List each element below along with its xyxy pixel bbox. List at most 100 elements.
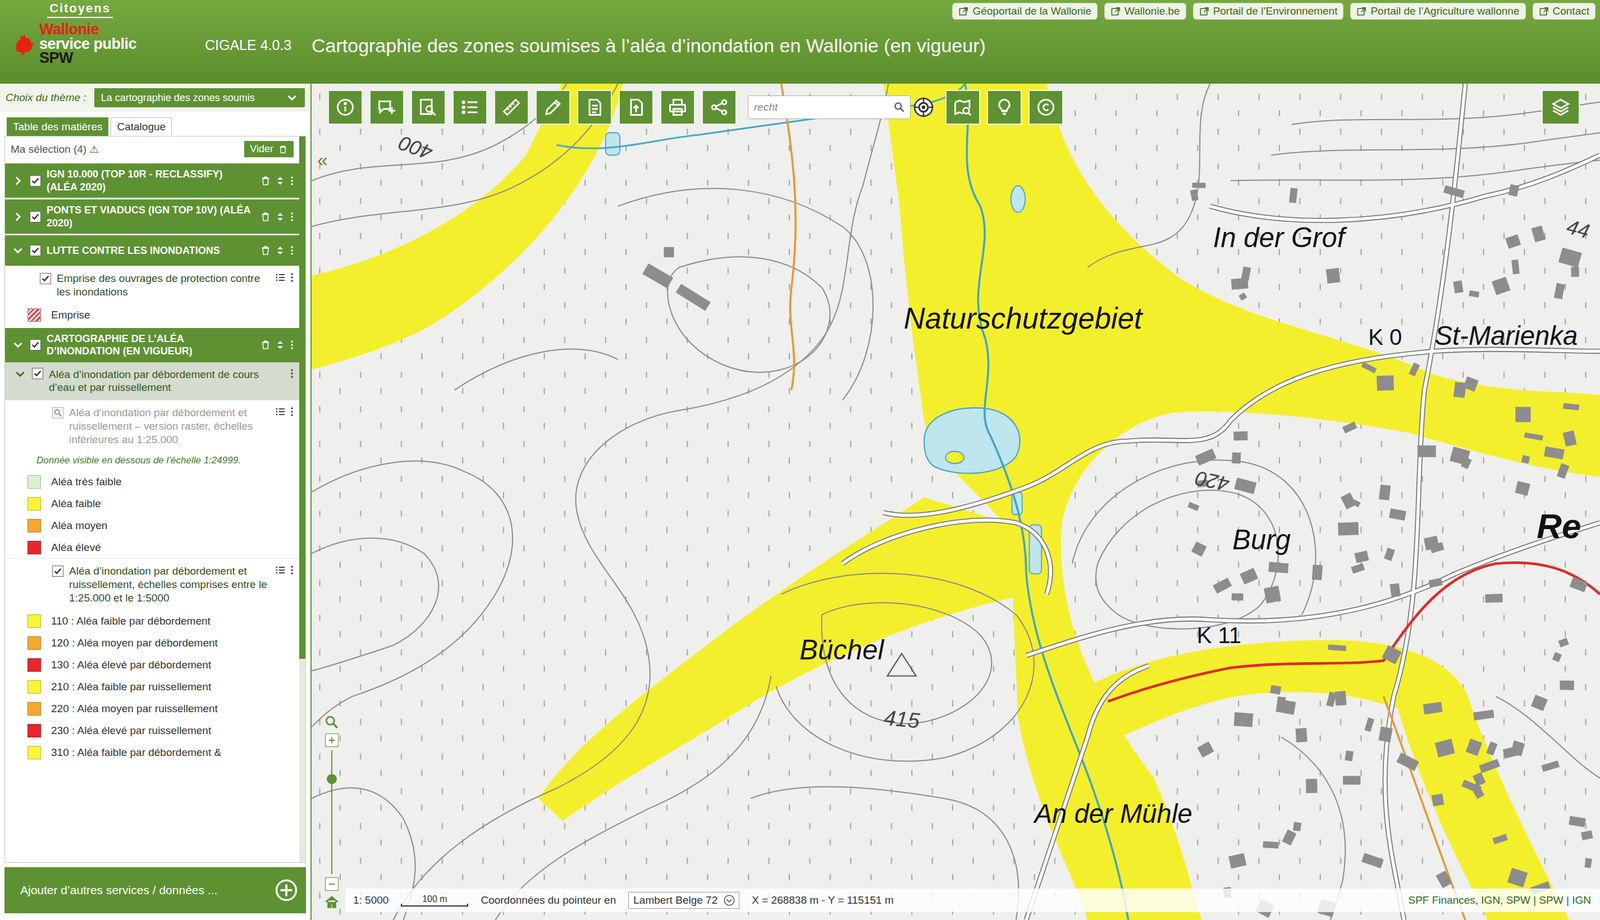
move-up-down-icon[interactable] bbox=[274, 211, 286, 223]
trash-icon[interactable] bbox=[259, 211, 272, 223]
more-icon[interactable] bbox=[289, 244, 295, 256]
chevron-icon[interactable] bbox=[11, 338, 25, 351]
header-link[interactable]: Contact bbox=[1532, 2, 1596, 20]
move-up-down-icon[interactable] bbox=[274, 175, 286, 187]
check-icon bbox=[30, 211, 41, 222]
copyright-icon bbox=[1035, 97, 1056, 118]
move-up-down-icon[interactable] bbox=[274, 339, 286, 351]
bulb-button[interactable] bbox=[986, 89, 1022, 125]
zoom-out-button[interactable] bbox=[325, 876, 339, 891]
flood-zone[interactable] bbox=[883, 83, 1600, 920]
map-label: Naturschutzgebiet bbox=[903, 301, 1144, 335]
magnifier-icon[interactable] bbox=[893, 101, 906, 114]
more-icon[interactable] bbox=[289, 271, 295, 283]
flood-zone[interactable] bbox=[311, 83, 624, 370]
comment-button[interactable] bbox=[369, 89, 405, 125]
header-link[interactable]: Portail de l’Agriculture wallonne bbox=[1350, 2, 1526, 20]
more-icon[interactable] bbox=[289, 339, 295, 351]
chevron-icon[interactable] bbox=[14, 367, 27, 381]
map-canvas[interactable]: NaturschutzgebietIn der GrofK 0St-Marien… bbox=[311, 83, 1600, 920]
share-button[interactable] bbox=[701, 89, 737, 125]
external-link-icon bbox=[1199, 6, 1210, 17]
more-icon[interactable] bbox=[289, 175, 295, 187]
layer-row[interactable]: Emprise des ouvrages de protection contr… bbox=[5, 265, 300, 305]
header-link[interactable]: Géoportail de la Wallonie bbox=[952, 2, 1098, 20]
doc-export-button[interactable] bbox=[618, 89, 654, 125]
share-icon bbox=[709, 97, 730, 118]
sidebar-tab[interactable]: Catalogue bbox=[110, 117, 172, 136]
zoom-doc-button[interactable] bbox=[410, 89, 446, 125]
group-header[interactable]: CARTOGRAPHIE DE L’ALÉA D’INONDATION (EN … bbox=[5, 327, 300, 363]
sidebar-tab[interactable]: Table des matières bbox=[6, 117, 109, 136]
trash-icon[interactable] bbox=[259, 175, 272, 187]
map-search-button[interactable] bbox=[945, 89, 981, 125]
layer-checkbox[interactable] bbox=[39, 272, 52, 285]
layer-row[interactable]: Aléa d’inondation par débordement et rui… bbox=[5, 399, 300, 452]
group-header[interactable]: PONTS ET VIADUCS (IGN TOP 10V) (ALÉA 202… bbox=[5, 199, 300, 234]
sidebar-scrollbar[interactable] bbox=[299, 136, 306, 862]
protection-work[interactable] bbox=[1107, 562, 1600, 702]
collapse-sidebar-button[interactable]: « bbox=[317, 149, 328, 169]
list-button[interactable] bbox=[452, 89, 488, 125]
layer-checkbox[interactable] bbox=[52, 407, 64, 419]
locate-icon[interactable] bbox=[912, 96, 935, 118]
more-icon[interactable] bbox=[289, 405, 295, 418]
group-checkbox[interactable] bbox=[29, 211, 41, 223]
trash-icon[interactable] bbox=[259, 339, 272, 351]
move-up-down-icon[interactable] bbox=[274, 244, 286, 256]
add-services-button[interactable]: Ajouter d’autres services / données ... bbox=[4, 866, 306, 913]
flood-zone[interactable] bbox=[1393, 693, 1570, 920]
coordinates-label: Coordonnées du pointeur en bbox=[480, 893, 616, 907]
geoportal-app: CitoyensWallonieservice publicSPWCIGALE … bbox=[0, 0, 1600, 920]
comment-icon bbox=[376, 97, 397, 118]
layer-row[interactable]: Aléa d’inondation par débordement et rui… bbox=[5, 558, 300, 610]
zoom-in-button[interactable] bbox=[325, 733, 339, 747]
zoom-slider-knob[interactable] bbox=[326, 773, 337, 784]
contour-line bbox=[775, 573, 1034, 761]
header-link[interactable]: Portail de l’Environnement bbox=[1192, 2, 1344, 20]
legend-list-icon[interactable] bbox=[274, 564, 286, 576]
ruler-button[interactable] bbox=[494, 89, 529, 125]
group-checkbox[interactable] bbox=[29, 339, 41, 351]
home-icon[interactable] bbox=[323, 893, 340, 910]
group-checkbox[interactable] bbox=[29, 175, 41, 187]
clear-button[interactable]: Vider bbox=[244, 140, 294, 158]
flood-zone[interactable] bbox=[538, 496, 1019, 821]
scrollbar-thumb[interactable] bbox=[299, 136, 306, 659]
legend-list-icon[interactable] bbox=[274, 271, 286, 283]
roads bbox=[842, 83, 1600, 920]
more-icon[interactable] bbox=[289, 367, 295, 379]
theme-select[interactable]: La cartographie des zones soumis bbox=[94, 88, 305, 108]
trash-icon bbox=[277, 144, 288, 155]
pencil-button[interactable] bbox=[535, 89, 571, 125]
group-header[interactable]: LUTTE CONTRE LES INONDATIONS bbox=[5, 235, 300, 266]
external-link-icon bbox=[1356, 6, 1368, 17]
legend-swatch bbox=[27, 745, 41, 760]
layers-button[interactable] bbox=[1541, 89, 1580, 125]
more-icon[interactable] bbox=[289, 564, 295, 576]
layer-checkbox[interactable] bbox=[32, 367, 44, 379]
portal-link[interactable]: Citoyens bbox=[47, 1, 113, 18]
layer-checkbox[interactable] bbox=[52, 565, 64, 577]
chevron-icon[interactable] bbox=[11, 174, 25, 187]
trash-icon[interactable] bbox=[259, 244, 272, 256]
crs-select[interactable]: Lambert Belge 72 bbox=[628, 891, 740, 909]
info-button[interactable] bbox=[327, 89, 363, 125]
sidebar-tabs: Table des matièresCatalogue bbox=[0, 111, 311, 136]
contour-line bbox=[311, 460, 513, 727]
zoom-magnifier-icon[interactable] bbox=[323, 714, 340, 730]
spw-logo[interactable]: Wallonieservice publicSPW bbox=[11, 22, 205, 66]
chevron-icon[interactable] bbox=[11, 210, 25, 223]
zoom-slider[interactable] bbox=[325, 750, 339, 874]
search-input[interactable] bbox=[748, 101, 894, 114]
group-checkbox[interactable] bbox=[29, 244, 41, 256]
group-header[interactable]: IGN 10.000 (TOP 10R - RECLASSIFY) (ALÉA … bbox=[5, 163, 300, 198]
doc-button[interactable] bbox=[577, 89, 612, 125]
print-button[interactable] bbox=[660, 89, 696, 125]
header-link[interactable]: Wallonie.be bbox=[1104, 2, 1187, 20]
layer-folder[interactable]: Aléa d’inondation par débordement de cou… bbox=[5, 362, 300, 401]
more-icon[interactable] bbox=[289, 211, 295, 223]
copyright-button[interactable] bbox=[1028, 89, 1064, 125]
chevron-icon[interactable] bbox=[11, 244, 25, 257]
legend-list-icon[interactable] bbox=[274, 405, 286, 418]
